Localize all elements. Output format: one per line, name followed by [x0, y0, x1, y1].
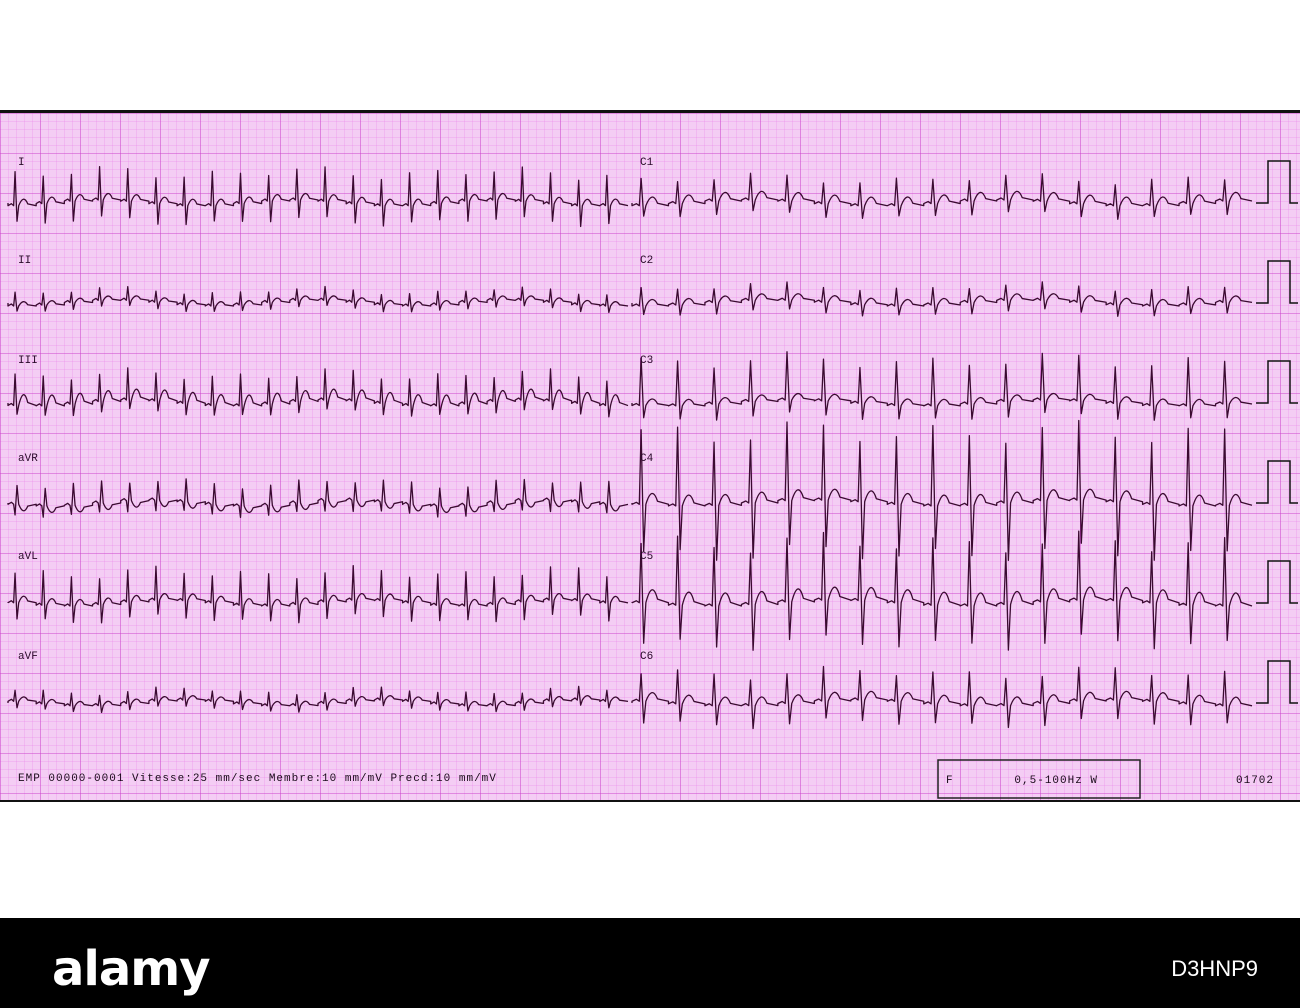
lead-label-ii: II: [18, 255, 31, 267]
image-id: D3HNP9: [1171, 956, 1258, 981]
lead-label-c1: C1: [640, 157, 654, 169]
ecg-sheet: I II III aVR aVL aVF C1 C2 C3 C4 C5 C6 E…: [0, 110, 1300, 802]
page-number: 01702: [1236, 775, 1274, 787]
lead-label-i: I: [18, 157, 25, 169]
lead-label-c5: C5: [640, 551, 653, 563]
ecg-info-line: EMP 00000-0001 Vitesse:25 mm/sec Membre:…: [18, 773, 497, 785]
lead-label-c2: C2: [640, 255, 653, 267]
lead-label-avl: aVL: [18, 551, 38, 563]
lead-label-avr: aVR: [18, 453, 38, 465]
lead-label-c3: C3: [640, 355, 653, 367]
ecg-chart: I II III aVR aVL aVF C1 C2 C3 C4 C5 C6 E…: [0, 113, 1300, 800]
lead-label-avf: aVF: [18, 651, 38, 663]
lead-label-c6: C6: [640, 651, 653, 663]
lead-label-c4: C4: [640, 453, 654, 465]
alamy-logo: alamy: [52, 941, 211, 997]
filter-box-text: F 0,5-100Hz W: [946, 775, 1098, 787]
lead-label-iii: III: [18, 355, 38, 367]
